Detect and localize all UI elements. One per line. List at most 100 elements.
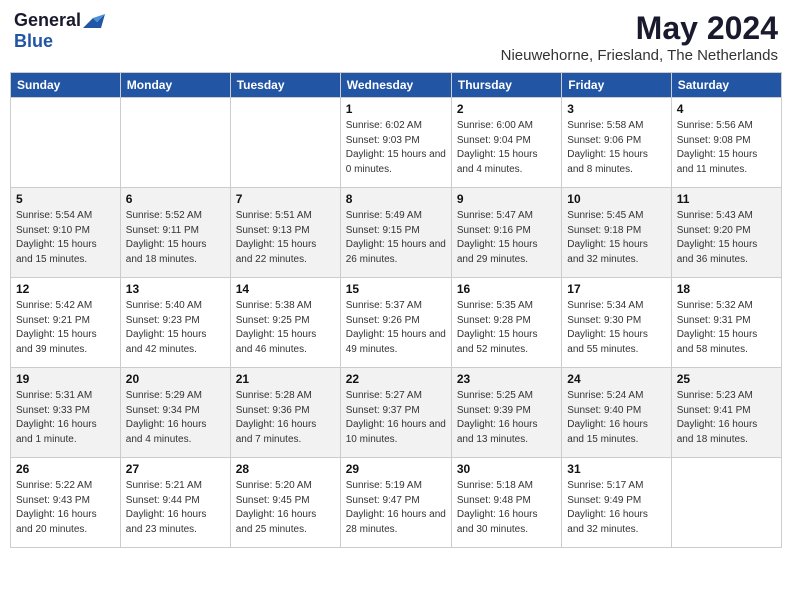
calendar-cell: 7 Sunrise: 5:51 AMSunset: 9:13 PMDaylight… — [230, 188, 340, 278]
day-info: Sunrise: 5:43 AMSunset: 9:20 PMDaylight:… — [677, 209, 776, 267]
calendar-cell: 28Sunrise: 5:20 AMSunset: 9:45 PMDayligh… — [230, 458, 340, 548]
day-number: 5 — [16, 192, 115, 206]
calendar-week-row: 5 Sunrise: 5:54 AMSunset: 9:10 PMDaylight… — [11, 188, 782, 278]
day-info: Sunrise: 5:51 AMSunset: 9:13 PMDaylight:… — [236, 209, 335, 267]
day-number: 16 — [457, 282, 556, 296]
day-number: 8 — [346, 192, 446, 206]
day-number: 11 — [677, 192, 776, 206]
calendar-cell: 13 Sunrise: 5:40 AMSunset: 9:23 PMDayligh… — [120, 278, 230, 368]
day-info: Sunrise: 6:02 AMSunset: 9:03 PMDaylight:… — [346, 119, 446, 177]
day-info: Sunrise: 5:47 AMSunset: 9:16 PMDaylight:… — [457, 209, 556, 267]
day-info: Sunrise: 5:19 AMSunset: 9:47 PMDaylight:… — [346, 479, 446, 537]
calendar-cell — [11, 98, 121, 188]
day-info: Sunrise: 5:54 AMSunset: 9:10 PMDaylight:… — [16, 209, 115, 267]
day-info: Sunrise: 5:52 AMSunset: 9:11 PMDaylight:… — [126, 209, 225, 267]
day-info: Sunrise: 5:32 AMSunset: 9:31 PMDaylight:… — [677, 299, 776, 357]
calendar-table: SundayMondayTuesdayWednesdayThursdayFrid… — [10, 72, 782, 548]
day-info: Sunrise: 5:42 AMSunset: 9:21 PMDaylight:… — [16, 299, 115, 357]
calendar-cell: 12 Sunrise: 5:42 AMSunset: 9:21 PMDayligh… — [11, 278, 121, 368]
day-number: 15 — [346, 282, 446, 296]
day-info: Sunrise: 6:00 AMSunset: 9:04 PMDaylight:… — [457, 119, 556, 177]
calendar-cell: 30 Sunrise: 5:18 AMSunset: 9:48 PMDayligh… — [451, 458, 561, 548]
logo-general-text: General — [14, 10, 81, 31]
day-of-week-header: Tuesday — [230, 73, 340, 98]
calendar-cell: 31 Sunrise: 5:17 AMSunset: 9:49 PMDayligh… — [562, 458, 671, 548]
day-of-week-header: Saturday — [671, 73, 781, 98]
day-number: 3 — [567, 102, 665, 116]
day-number: 24 — [567, 372, 665, 386]
calendar-cell: 18 Sunrise: 5:32 AMSunset: 9:31 PMDayligh… — [671, 278, 781, 368]
day-info: Sunrise: 5:18 AMSunset: 9:48 PMDaylight:… — [457, 479, 556, 537]
day-number: 20 — [126, 372, 225, 386]
calendar-week-row: 19 Sunrise: 5:31 AMSunset: 9:33 PMDayligh… — [11, 368, 782, 458]
calendar-cell: 24Sunrise: 5:24 AMSunset: 9:40 PMDayligh… — [562, 368, 671, 458]
day-number: 21 — [236, 372, 335, 386]
calendar-week-row: 26Sunrise: 5:22 AMSunset: 9:43 PMDayligh… — [11, 458, 782, 548]
day-of-week-header: Sunday — [11, 73, 121, 98]
day-number: 29 — [346, 462, 446, 476]
calendar-cell — [230, 98, 340, 188]
day-info: Sunrise: 5:23 AMSunset: 9:41 PMDaylight:… — [677, 389, 776, 447]
calendar-cell: 4Sunrise: 5:56 AMSunset: 9:08 PMDaylight… — [671, 98, 781, 188]
day-number: 7 — [236, 192, 335, 206]
logo-blue-text: Blue — [14, 31, 53, 51]
calendar-cell: 3 Sunrise: 5:58 AMSunset: 9:06 PMDaylight… — [562, 98, 671, 188]
day-of-week-header: Thursday — [451, 73, 561, 98]
day-number: 6 — [126, 192, 225, 206]
location-subtitle: Nieuwehorne, Friesland, The Netherlands — [501, 47, 778, 64]
calendar-cell: 19 Sunrise: 5:31 AMSunset: 9:33 PMDayligh… — [11, 368, 121, 458]
calendar-cell: 25Sunrise: 5:23 AMSunset: 9:41 PMDayligh… — [671, 368, 781, 458]
day-number: 26 — [16, 462, 115, 476]
calendar-cell: 15Sunrise: 5:37 AMSunset: 9:26 PMDayligh… — [340, 278, 451, 368]
calendar-cell: 21 Sunrise: 5:28 AMSunset: 9:36 PMDayligh… — [230, 368, 340, 458]
calendar-week-row: 12 Sunrise: 5:42 AMSunset: 9:21 PMDayligh… — [11, 278, 782, 368]
day-info: Sunrise: 5:29 AMSunset: 9:34 PMDaylight:… — [126, 389, 225, 447]
calendar-cell: 2 Sunrise: 6:00 AMSunset: 9:04 PMDaylight… — [451, 98, 561, 188]
page-header: General Blue May 2024 Nieuwehorne, Fries… — [10, 10, 782, 64]
day-info: Sunrise: 5:28 AMSunset: 9:36 PMDaylight:… — [236, 389, 335, 447]
day-number: 12 — [16, 282, 115, 296]
day-info: Sunrise: 5:27 AMSunset: 9:37 PMDaylight:… — [346, 389, 446, 447]
day-info: Sunrise: 5:45 AMSunset: 9:18 PMDaylight:… — [567, 209, 665, 267]
day-number: 31 — [567, 462, 665, 476]
calendar-cell: 5 Sunrise: 5:54 AMSunset: 9:10 PMDaylight… — [11, 188, 121, 278]
calendar-cell: 17Sunrise: 5:34 AMSunset: 9:30 PMDayligh… — [562, 278, 671, 368]
day-number: 30 — [457, 462, 556, 476]
day-number: 1 — [346, 102, 446, 116]
day-number: 14 — [236, 282, 335, 296]
day-info: Sunrise: 5:40 AMSunset: 9:23 PMDaylight:… — [126, 299, 225, 357]
calendar-cell: 27Sunrise: 5:21 AMSunset: 9:44 PMDayligh… — [120, 458, 230, 548]
day-number: 9 — [457, 192, 556, 206]
calendar-header-row: SundayMondayTuesdayWednesdayThursdayFrid… — [11, 73, 782, 98]
day-info: Sunrise: 5:21 AMSunset: 9:44 PMDaylight:… — [126, 479, 225, 537]
logo: General Blue — [14, 10, 105, 52]
day-info: Sunrise: 5:56 AMSunset: 9:08 PMDaylight:… — [677, 119, 776, 177]
calendar-week-row: 1 Sunrise: 6:02 AMSunset: 9:03 PMDaylight… — [11, 98, 782, 188]
day-of-week-header: Monday — [120, 73, 230, 98]
day-info: Sunrise: 5:31 AMSunset: 9:33 PMDaylight:… — [16, 389, 115, 447]
calendar-cell: 11 Sunrise: 5:43 AMSunset: 9:20 PMDayligh… — [671, 188, 781, 278]
day-info: Sunrise: 5:35 AMSunset: 9:28 PMDaylight:… — [457, 299, 556, 357]
day-info: Sunrise: 5:20 AMSunset: 9:45 PMDaylight:… — [236, 479, 335, 537]
day-number: 18 — [677, 282, 776, 296]
calendar-cell: 6 Sunrise: 5:52 AMSunset: 9:11 PMDaylight… — [120, 188, 230, 278]
calendar-cell: 14Sunrise: 5:38 AMSunset: 9:25 PMDayligh… — [230, 278, 340, 368]
day-number: 23 — [457, 372, 556, 386]
calendar-cell: 22Sunrise: 5:27 AMSunset: 9:37 PMDayligh… — [340, 368, 451, 458]
day-number: 19 — [16, 372, 115, 386]
day-info: Sunrise: 5:25 AMSunset: 9:39 PMDaylight:… — [457, 389, 556, 447]
calendar-cell: 10Sunrise: 5:45 AMSunset: 9:18 PMDayligh… — [562, 188, 671, 278]
day-info: Sunrise: 5:17 AMSunset: 9:49 PMDaylight:… — [567, 479, 665, 537]
calendar-cell: 23 Sunrise: 5:25 AMSunset: 9:39 PMDayligh… — [451, 368, 561, 458]
calendar-cell: 26Sunrise: 5:22 AMSunset: 9:43 PMDayligh… — [11, 458, 121, 548]
logo-bird-icon — [83, 14, 105, 30]
day-number: 2 — [457, 102, 556, 116]
calendar-cell: 20 Sunrise: 5:29 AMSunset: 9:34 PMDayligh… — [120, 368, 230, 458]
month-year-title: May 2024 — [501, 10, 778, 47]
day-of-week-header: Friday — [562, 73, 671, 98]
day-number: 13 — [126, 282, 225, 296]
day-of-week-header: Wednesday — [340, 73, 451, 98]
calendar-cell: 9 Sunrise: 5:47 AMSunset: 9:16 PMDaylight… — [451, 188, 561, 278]
calendar-cell: 29 Sunrise: 5:19 AMSunset: 9:47 PMDayligh… — [340, 458, 451, 548]
day-info: Sunrise: 5:58 AMSunset: 9:06 PMDaylight:… — [567, 119, 665, 177]
